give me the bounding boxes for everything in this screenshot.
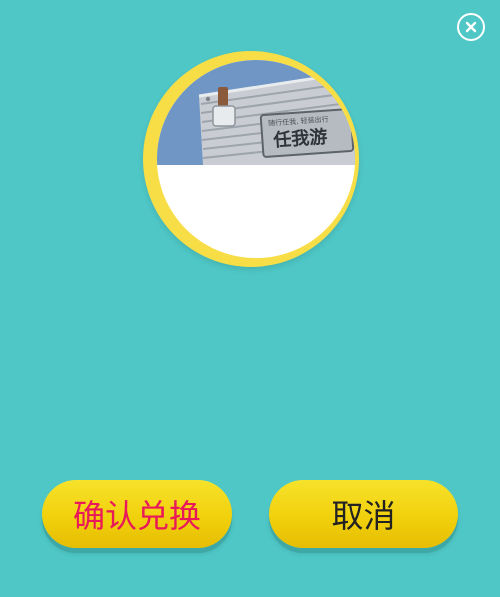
- confirm-redeem-label: 确认兑换: [72, 497, 201, 535]
- close-button[interactable]: [457, 13, 485, 41]
- redeem-dialog: 随行任我, 轻装出行 任我游 确认兑换 取消: [0, 0, 500, 597]
- suitcase-brand-text: 任我游: [272, 126, 328, 152]
- cancel-label: 取消: [331, 497, 396, 535]
- suitcase-image: 随行任我, 轻装出行 任我游: [157, 60, 355, 258]
- product-image: 随行任我, 轻装出行 任我游: [157, 60, 355, 258]
- product-image-frame: 随行任我, 轻装出行 任我游: [143, 51, 359, 267]
- close-icon: [465, 21, 477, 33]
- confirm-redeem-button[interactable]: 确认兑换: [42, 480, 232, 548]
- cancel-button[interactable]: 取消: [269, 480, 458, 548]
